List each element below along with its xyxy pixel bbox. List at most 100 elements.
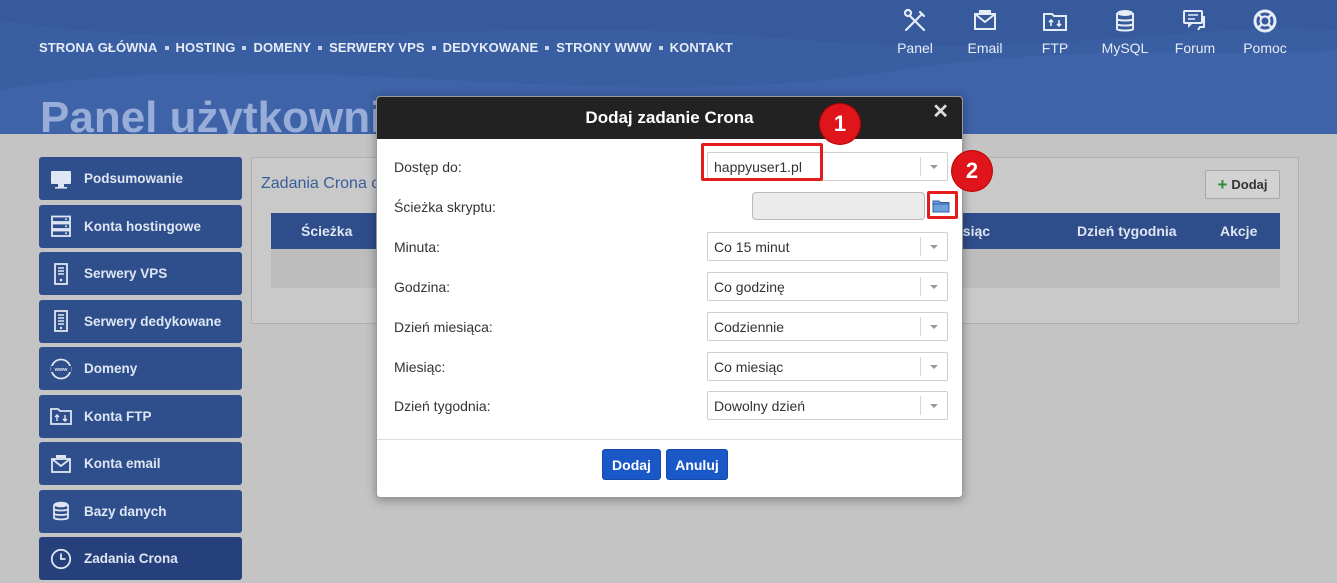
nav-vps[interactable]: SERWERY VPS [329,40,425,55]
add-cron-dialog: Dodaj zadanie Crona ✕ Dostęp do: happyus… [376,96,963,498]
field-label: Dostęp do: [394,159,462,175]
tools-icon [903,8,926,32]
weekday-select[interactable]: Dowolny dzień [707,391,948,420]
svg-text:www: www [54,367,69,373]
dialog-footer-divider [377,439,962,440]
chevron-down-icon [920,317,947,336]
email-icon [974,10,996,30]
field-access: Dostęp do: happyuser1.pl [377,143,962,182]
quicklink-label: Panel [897,40,933,56]
sidebar-item-label: Konta email [84,456,161,471]
nav-home[interactable]: STRONA GŁÓWNA [39,40,158,55]
panel-title: Zadania Crona c [261,175,380,192]
sidebar-item-dedicated[interactable]: Serwery dedykowane [39,299,242,343]
column-path[interactable]: Ścieżka [301,223,352,239]
quicklink-help[interactable]: Pomoc [1230,8,1300,56]
field-weekday: Dzień tygodnia: Dowolny dzień [377,391,962,421]
nav-domains[interactable]: DOMENY [253,40,311,55]
dialog-title: Dodaj zadanie Crona [585,108,754,127]
annotation-badge-1: 1 [820,104,860,144]
quicklink-label: Email [967,40,1003,56]
email-icon [49,452,73,476]
field-label: Godzina: [394,279,451,295]
nav-separator [431,45,436,50]
highlight-box [701,143,823,181]
field-label: Dzień tygodnia: [394,398,491,414]
annotation-badge-2: 2 [952,151,992,191]
day-of-month-select[interactable]: Codziennie [707,312,948,341]
field-script-path: Ścieżka skryptu: [377,191,962,222]
sidebar-item-cron-jobs[interactable]: Zadania Crona [39,537,242,580]
chevron-down-icon [920,396,947,415]
nav-separator [658,45,663,50]
column-weekday[interactable]: Dzień tygodnia [1077,223,1177,239]
quicklink-label: Forum [1174,40,1216,56]
page-title: Panel użytkowni [40,93,383,134]
field-label: Ścieżka skryptu: [394,199,496,215]
nav-websites[interactable]: STRONY WWW [556,40,651,55]
field-month: Miesiąc: Co miesiąc [377,352,962,382]
field-label: Minuta: [394,239,440,255]
nav-hosting[interactable]: HOSTING [176,40,236,55]
sidebar-item-label: Serwery dedykowane [84,313,222,329]
server-icon [49,214,73,238]
close-icon[interactable]: ✕ [932,102,949,122]
quicklink-panel[interactable]: Panel [880,8,950,56]
sidebar-item-label: Domeny [84,361,138,376]
sidebar-item-label: Bazy danych [84,503,167,519]
script-path-input[interactable] [752,192,925,220]
weekday-select-value: Dowolny dzień [714,398,806,414]
month-select-value: Co miesiąc [714,359,784,375]
chevron-down-icon [920,277,947,296]
dedicated-server-icon [49,309,73,333]
quicklink-mysql[interactable]: MySQL [1090,8,1160,56]
sidebar-item-label: Zadania Crona [84,551,178,566]
chevron-down-icon [920,237,947,256]
field-minute: Minuta: Co 15 minut [377,232,962,262]
sidebar-item-ftp[interactable]: Konta FTP [39,394,242,438]
sidebar-item-label: Konta FTP [84,408,152,424]
add-cron-label: Dodaj [1231,177,1268,192]
sidebar-item-hosting-accounts[interactable]: Konta hostingowe [39,204,242,248]
top-navigation: STRONA GŁÓWNA HOSTING DOMENY SERWERY VPS… [39,40,733,55]
globe-www-icon: www [49,357,73,381]
quicklink-label: MySQL [1101,40,1149,56]
nav-separator [242,45,247,50]
month-select[interactable]: Co miesiąc [707,352,948,381]
submit-button[interactable]: Dodaj [602,449,661,480]
highlight-box [927,191,958,219]
column-actions: Akcje [1220,223,1258,239]
plus-icon: + [1217,175,1228,194]
sidebar-item-databases[interactable]: Bazy danych [39,489,242,533]
chevron-down-icon [920,157,947,176]
add-cron-button[interactable]: + Dodaj [1205,170,1280,199]
quicklink-forum[interactable]: Forum [1160,8,1230,56]
lifebuoy-icon [1253,9,1277,33]
forum-icon [1183,10,1205,31]
minute-select-value: Co 15 minut [714,239,790,255]
sidebar-item-vps[interactable]: Serwery VPS [39,252,242,295]
dialog-header: Dodaj zadanie Crona ✕ [377,97,962,139]
quicklink-label: FTP [1041,40,1069,56]
sidebar: Podsumowanie Konta hostingowe Serwery VP… [39,157,242,583]
database-icon [1116,10,1134,32]
nav-separator [164,45,169,50]
nav-separator [318,45,323,50]
minute-select[interactable]: Co 15 minut [707,232,948,261]
nav-dedicated[interactable]: DEDYKOWANE [443,40,539,55]
ftp-folder-icon [1043,13,1067,31]
field-day-of-month: Dzień miesiąca: Codziennie [377,312,962,342]
quicklink-label: Pomoc [1243,40,1287,56]
hour-select-value: Co godzinę [714,279,785,295]
sidebar-item-domains[interactable]: www Domeny [39,347,242,390]
hour-select[interactable]: Co godzinę [707,272,948,301]
day-of-month-select-value: Codziennie [714,319,785,335]
quicklink-ftp[interactable]: FTP [1020,8,1090,56]
sidebar-item-summary[interactable]: Podsumowanie [39,157,242,200]
field-label: Dzień miesiąca: [394,319,493,335]
sidebar-item-email[interactable]: Konta email [39,442,242,485]
nav-contact[interactable]: KONTAKT [670,40,733,55]
quicklink-email[interactable]: Email [950,8,1020,56]
cancel-button[interactable]: Anuluj [666,449,728,480]
clock-icon [49,547,73,571]
